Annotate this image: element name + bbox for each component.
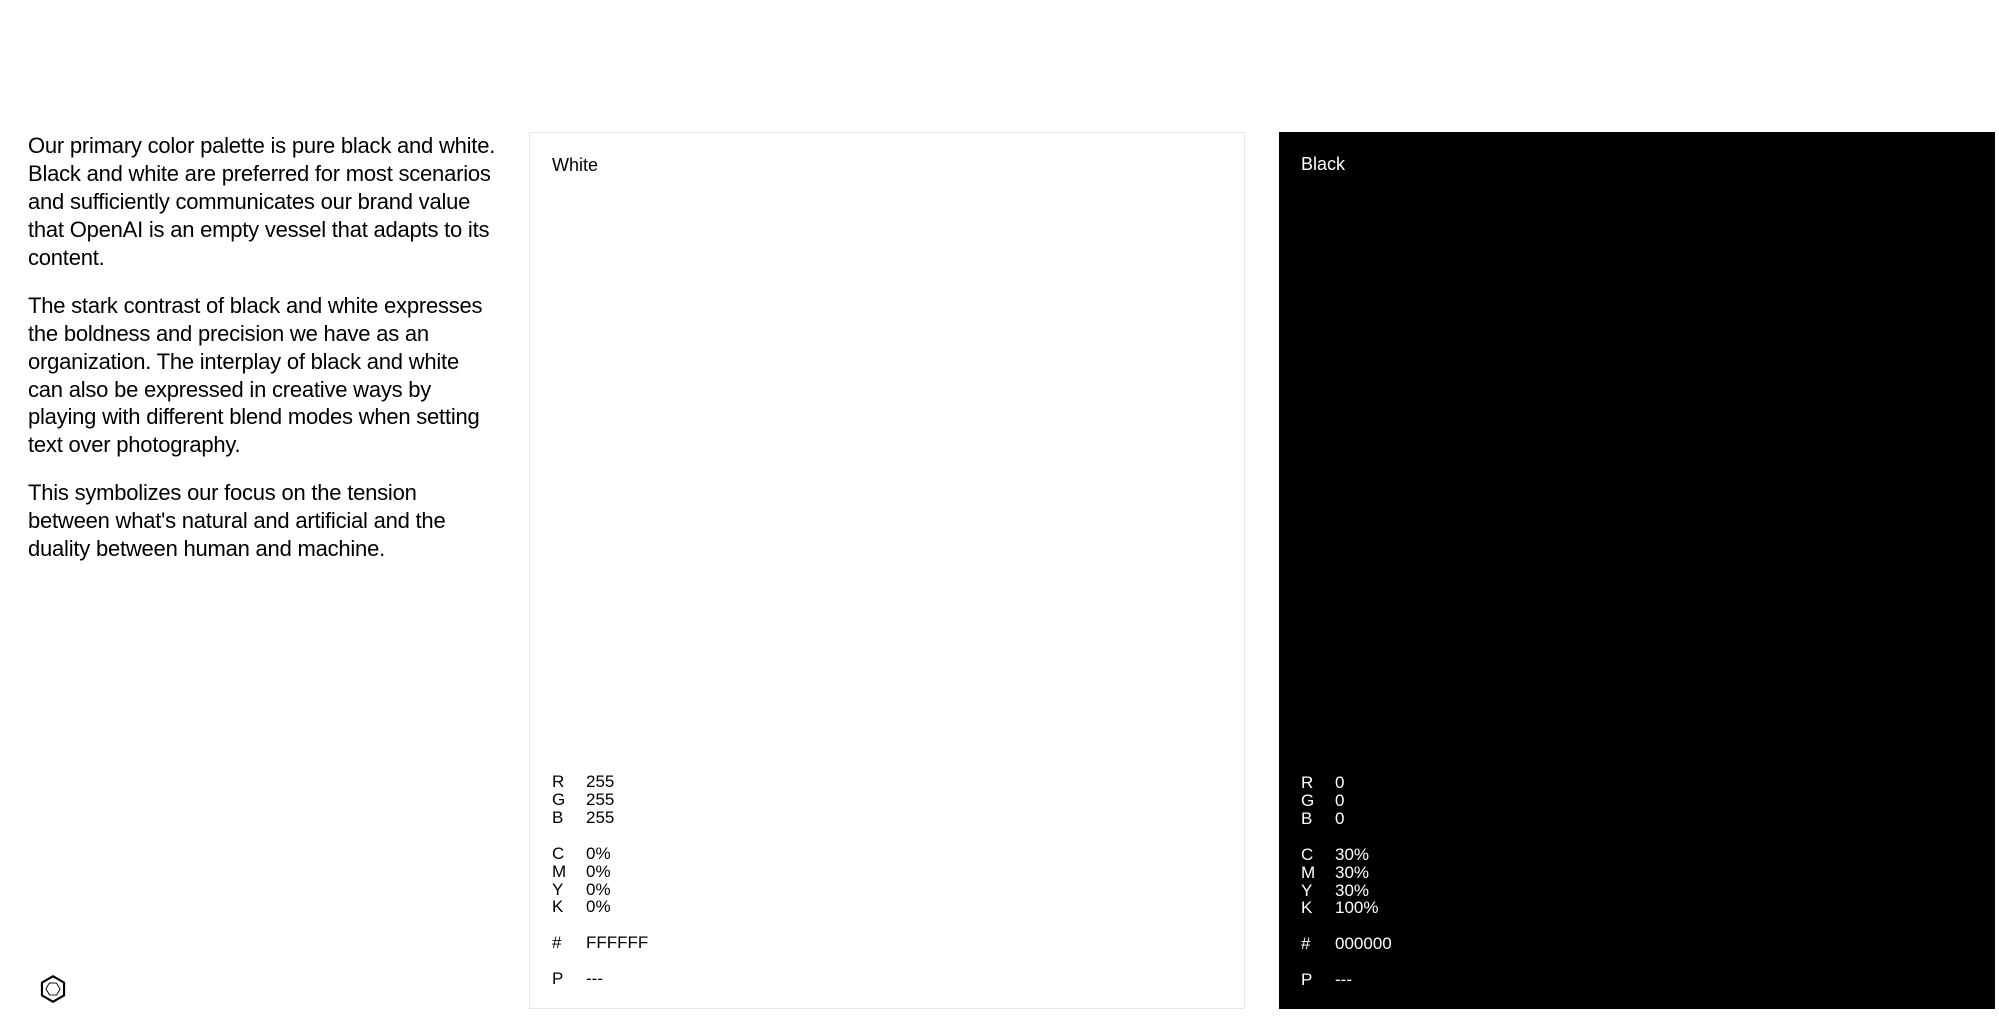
swatch-black-c: 30% [1335,846,1973,864]
label-k: K [1301,899,1335,917]
description-paragraph-2: The stark contrast of black and white ex… [28,292,498,460]
description-column: Our primary color palette is pure black … [28,132,498,583]
swatch-black-k: 100% [1335,899,1973,917]
swatch-white-hex: FFFFFF [586,934,1222,952]
label-g: G [552,791,586,809]
swatch-black-g: 0 [1335,792,1973,810]
description-paragraph-3: This symbolizes our focus on the tension… [28,479,498,563]
swatch-white-hex-block: #FFFFFF [552,934,1222,952]
swatch-white-r: 255 [586,773,1222,791]
label-y: Y [552,881,586,899]
swatch-black-y: 30% [1335,882,1973,900]
swatch-black-b: 0 [1335,810,1973,828]
swatch-black-pantone-block: P--- [1301,971,1973,989]
swatch-white-g: 255 [586,791,1222,809]
swatch-white-b: 255 [586,809,1222,827]
swatch-black-m: 30% [1335,864,1973,882]
swatch-white-c: 0% [586,845,1222,863]
swatch-black-rgb: R0 G0 B0 [1301,774,1973,828]
swatch-black-pantone: --- [1335,971,1973,989]
swatch-black-name: Black [1301,154,1973,175]
label-r: R [1301,774,1335,792]
swatch-white-k: 0% [586,898,1222,916]
swatch-black-hex: 000000 [1335,935,1973,953]
label-p: P [552,970,586,988]
swatch-black-spec: R0 G0 B0 C30% M30% Y30% K100% #000000 P-… [1301,774,1973,989]
label-hash: # [1301,935,1335,953]
label-hash: # [552,934,586,952]
swatch-white-y: 0% [586,881,1222,899]
label-m: M [1301,864,1335,882]
swatch-white-rgb: R255 G255 B255 [552,773,1222,827]
label-k: K [552,898,586,916]
page: Our primary color palette is pure black … [0,0,1999,1034]
openai-logo-icon [28,964,78,1014]
swatch-black-hex-block: #000000 [1301,935,1973,953]
label-r: R [552,773,586,791]
swatch-white: White R255 G255 B255 C0% M0% Y0% K0% #FF… [529,132,1245,1009]
swatches-row: White R255 G255 B255 C0% M0% Y0% K0% #FF… [529,132,1995,1009]
label-c: C [552,845,586,863]
swatch-black: Black R0 G0 B0 C30% M30% Y30% K100% #000… [1279,132,1995,1009]
label-b: B [552,809,586,827]
label-b: B [1301,810,1335,828]
label-p: P [1301,971,1335,989]
swatch-black-r: 0 [1335,774,1973,792]
label-m: M [552,863,586,881]
swatch-white-spec: R255 G255 B255 C0% M0% Y0% K0% #FFFFFF P… [552,773,1222,988]
swatch-white-cmyk: C0% M0% Y0% K0% [552,845,1222,916]
swatch-white-pantone-block: P--- [552,970,1222,988]
label-y: Y [1301,882,1335,900]
swatch-white-pantone: --- [586,970,1222,988]
swatch-white-name: White [552,155,1222,176]
swatch-white-m: 0% [586,863,1222,881]
swatch-black-cmyk: C30% M30% Y30% K100% [1301,846,1973,917]
label-g: G [1301,792,1335,810]
description-paragraph-1: Our primary color palette is pure black … [28,132,498,272]
label-c: C [1301,846,1335,864]
